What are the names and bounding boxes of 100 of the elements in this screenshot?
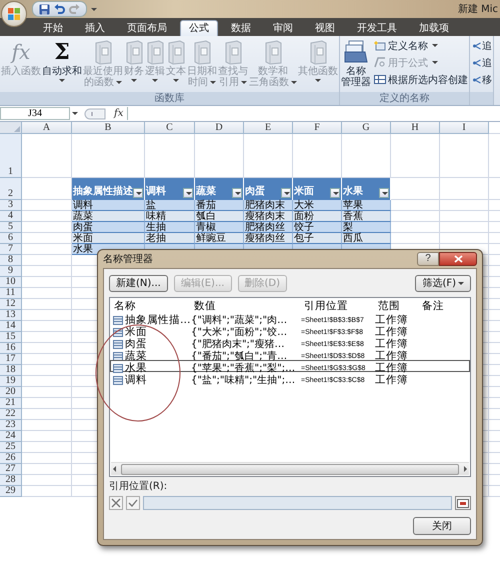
app-menu-button[interactable]: [1, 1, 27, 27]
caret-icon: [186, 192, 192, 194]
table-cell: 盐: [145, 200, 195, 211]
caret-icon[interactable]: [72, 112, 78, 115]
scope-text: 工作簿: [375, 325, 409, 338]
ribbon-tab[interactable]: 视图: [306, 20, 344, 36]
column-header: H: [391, 122, 440, 134]
ribbon-tab[interactable]: 加载项: [410, 20, 458, 36]
name-box[interactable]: J34: [0, 107, 70, 120]
ribbon-tab[interactable]: 开始: [34, 20, 72, 36]
ribbon-tab[interactable]: 插入: [76, 20, 114, 36]
names-list[interactable]: [109, 297, 471, 477]
squares-icon: [7, 7, 21, 21]
list-column-header[interactable]: 数值: [191, 299, 301, 313]
collapse-button[interactable]: [455, 496, 471, 510]
close-dialog-button[interactable]: 关闭: [413, 517, 471, 535]
row-header: 13: [0, 310, 22, 321]
row-header: 16: [0, 343, 22, 354]
table-cell: 包子: [293, 233, 342, 244]
name-text: 水果: [125, 361, 147, 374]
confirm-button[interactable]: [126, 496, 140, 510]
ribbon-button[interactable]: 定义名称: [374, 38, 468, 53]
column-header: I: [440, 122, 489, 134]
row-header: 29: [0, 486, 22, 497]
filter-button[interactable]: [232, 188, 242, 198]
value-text: {"肥猪肉末";"瘦猪…: [191, 338, 286, 350]
filter-button[interactable]: 筛选(F): [415, 274, 471, 292]
list-column-header[interactable]: 名称: [111, 299, 191, 313]
row-header: 19: [0, 376, 22, 387]
check-icon: [128, 498, 138, 508]
table-cell: 青椒: [195, 222, 244, 233]
row-header: 17: [0, 354, 22, 365]
row-header: 9: [0, 266, 22, 277]
ribbon-tab[interactable]: 页面布局: [118, 20, 176, 36]
ribbon-tab[interactable]: 数据: [222, 20, 260, 36]
ribbon-tab[interactable]: 公式: [180, 20, 218, 36]
ribbon-button[interactable]: 根据所选内容创建: [374, 72, 468, 87]
formula-icon: [374, 57, 386, 68]
table-cell: 梨: [342, 222, 391, 233]
name-icon: [113, 364, 123, 372]
filter-button[interactable]: [330, 188, 340, 198]
list-column-header[interactable]: 备注: [419, 299, 469, 313]
scope-text: 工作簿: [375, 337, 409, 350]
list-column-header[interactable]: 引用位置: [301, 299, 375, 313]
ribbon-tab[interactable]: 审阅: [264, 20, 302, 36]
ribbon-button[interactable]: 追: [473, 38, 492, 53]
arrows-icon: [473, 40, 481, 50]
ribbon-tab[interactable]: 开发工具: [348, 20, 406, 36]
scope-text: 工作簿: [375, 373, 409, 387]
help-button[interactable]: ?: [417, 252, 439, 266]
save-icon[interactable]: [39, 4, 50, 14]
horizontal-scrollbar[interactable]: [111, 462, 469, 475]
book-icon: [166, 39, 186, 65]
header-text: 抽象属性描述: [73, 186, 133, 198]
insert-function-button[interactable]: fx: [110, 108, 128, 119]
table-cell: 生抽: [145, 222, 195, 233]
column-header: G: [342, 122, 391, 134]
list-column-header[interactable]: 范围: [375, 299, 419, 313]
ribbon-button[interactable]: Σ 自动求和: [42, 38, 82, 82]
caret-icon: [136, 192, 142, 194]
close-button[interactable]: [439, 252, 477, 266]
right-arrow-icon[interactable]: [461, 465, 469, 473]
book-icon: [308, 39, 328, 65]
header-text: 肉蛋: [245, 186, 265, 198]
caret-icon: [235, 192, 241, 194]
caret-icon: [382, 192, 388, 194]
ribbon-button[interactable]: 移: [473, 72, 492, 87]
filter-button[interactable]: [379, 188, 389, 198]
ribbon-button[interactable]: 追: [473, 55, 492, 70]
row-header: 5: [0, 222, 22, 233]
column-header: A: [22, 122, 72, 134]
column-header: E: [244, 122, 293, 134]
new-button[interactable]: 新建(N)...: [109, 274, 168, 292]
left-arrow-icon[interactable]: [111, 465, 119, 473]
table-cell: 肉蛋: [72, 222, 145, 233]
cancel-button[interactable]: [109, 496, 123, 510]
book-icon: [223, 39, 243, 65]
table-cell: 鲜豌豆: [195, 233, 244, 244]
name-icon: [113, 352, 123, 360]
arrows-icon: [473, 74, 481, 84]
row-header: 21: [0, 398, 22, 409]
value-text: {"调料";"蔬菜";"肉…: [191, 314, 288, 326]
table-cell: 瓠白: [195, 211, 244, 222]
book-icon: [192, 39, 212, 65]
filter-button[interactable]: [183, 188, 193, 198]
name-text: 蔬菜: [125, 349, 147, 362]
name-manager-button[interactable]: 名称 管理器: [341, 38, 371, 88]
filter-button[interactable]: [281, 188, 291, 198]
caret-icon: [333, 192, 339, 194]
cross-icon: [111, 498, 121, 508]
caret-icon[interactable]: [91, 8, 97, 10]
row-header: 12: [0, 299, 22, 310]
row-header: 22: [0, 409, 22, 420]
filter-button[interactable]: [133, 188, 143, 198]
name-text: 米面: [125, 325, 147, 338]
row-header: 4: [0, 211, 22, 222]
undo-icon[interactable]: [54, 4, 65, 14]
column-header: B: [72, 122, 145, 134]
reference-field[interactable]: [143, 496, 452, 510]
group-label: 定义的名称: [340, 92, 469, 105]
